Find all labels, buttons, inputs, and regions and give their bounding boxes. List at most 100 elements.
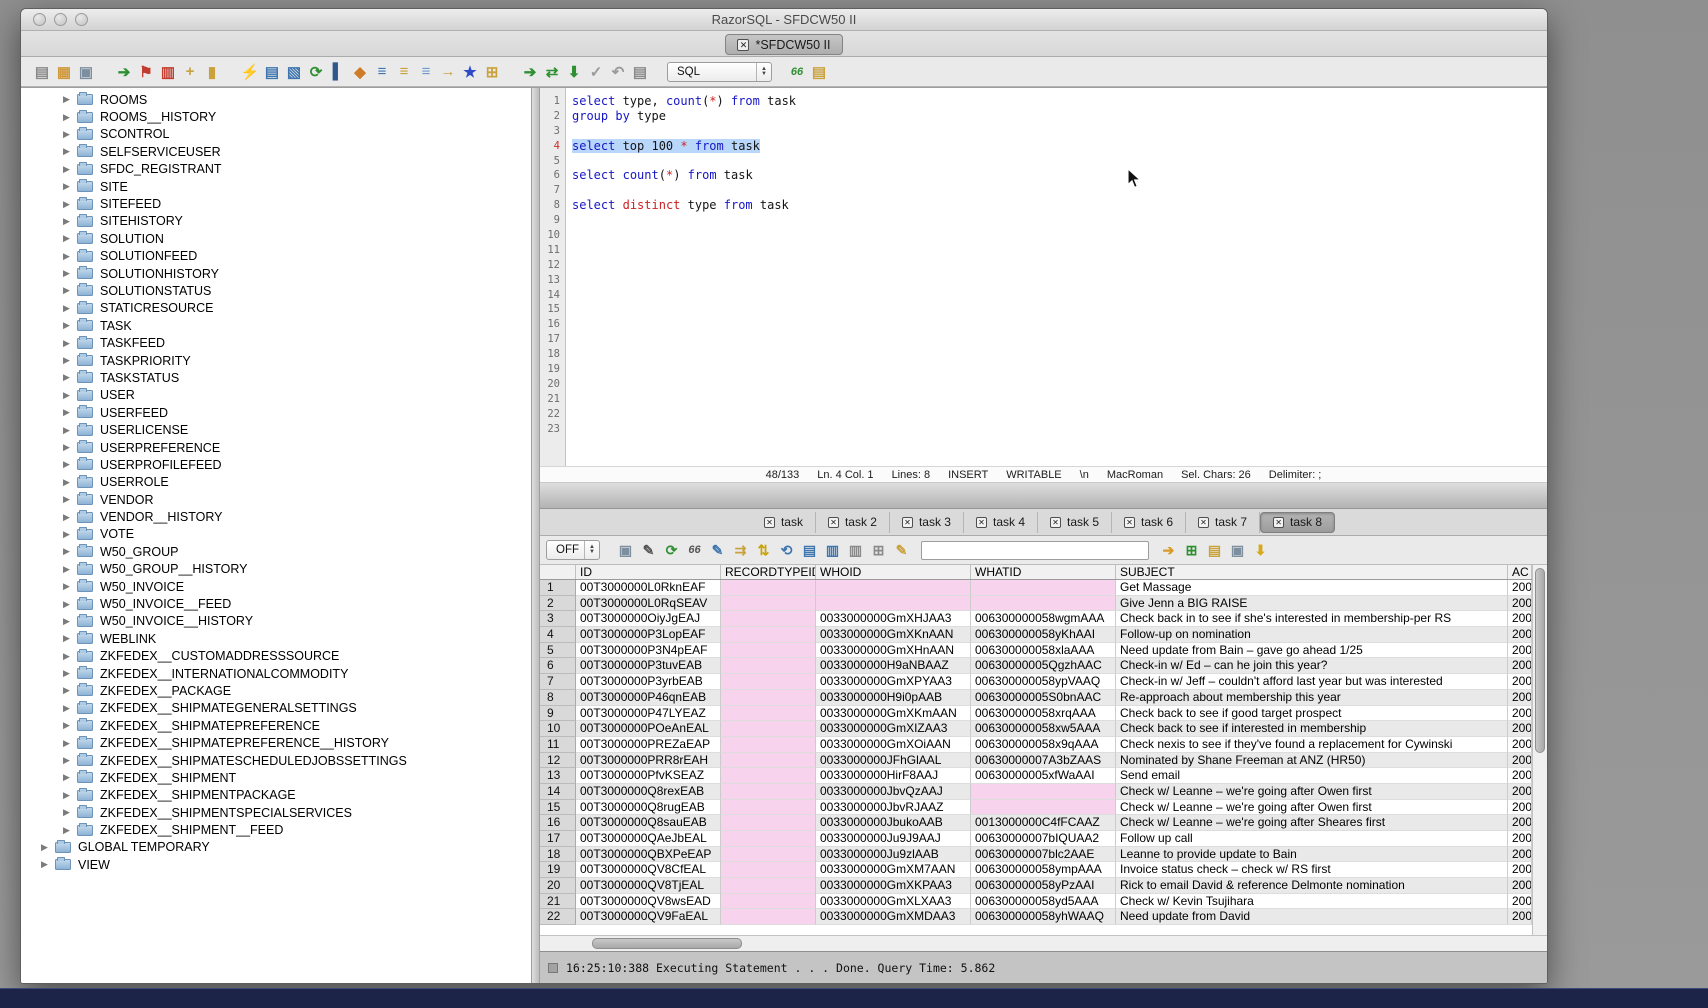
grid-cell[interactable]: Check back in to see if she's interested… xyxy=(1116,611,1508,627)
table-list-icon[interactable]: ▤ xyxy=(261,61,283,83)
editor-line[interactable] xyxy=(572,273,1547,288)
tree-item[interactable]: ▶ZKFEDEX__PACKAGE xyxy=(21,682,531,699)
editor-line[interactable] xyxy=(572,258,1547,273)
grid-cell[interactable] xyxy=(721,862,816,878)
grid-cell[interactable]: 00T3000000QV8wsEAD xyxy=(576,894,721,910)
download-more-icon[interactable]: ⬇ xyxy=(1249,539,1272,561)
result-tab-task-5[interactable]: ✕task 5 xyxy=(1038,512,1112,533)
tree-item[interactable]: ▶VIEW xyxy=(21,856,531,873)
editor-line[interactable] xyxy=(572,407,1547,422)
disclosure-triangle-icon[interactable]: ▶ xyxy=(63,633,77,644)
table-row[interactable]: 700T3000000P3yrbEAB0033000000GmXPYAA3006… xyxy=(540,674,1532,690)
grid-cell[interactable]: Nominated by Shane Freeman at ANZ (HR50) xyxy=(1116,753,1508,769)
grid-cell[interactable]: 006300000058yhWAAQ xyxy=(971,909,1116,925)
table-row[interactable]: 2200T3000000QV9FaEAL0033000000GmXMDAA300… xyxy=(540,909,1532,925)
horizontal-scrollbar-thumb[interactable] xyxy=(592,938,742,949)
execute-lightning-icon[interactable]: ⚡ xyxy=(239,61,261,83)
tree-item[interactable]: ▶W50_INVOICE__HISTORY xyxy=(21,613,531,630)
grid-cell[interactable] xyxy=(721,894,816,910)
tree-item[interactable]: ▶W50_GROUP xyxy=(21,543,531,560)
grid-cell[interactable]: 00T3000000QBXPeEAP xyxy=(576,847,721,863)
grid-cell[interactable]: 200 xyxy=(1508,784,1532,800)
result-tab-task-2[interactable]: ✕task 2 xyxy=(816,512,890,533)
tree-item[interactable]: ▶VENDOR__HISTORY xyxy=(21,508,531,525)
database-icon[interactable]: ▮ xyxy=(201,61,223,83)
results-search-input[interactable] xyxy=(921,541,1149,560)
grid-cell[interactable] xyxy=(721,580,816,596)
reload-grid-icon[interactable]: ⟲ xyxy=(775,539,798,561)
copy-results-icon[interactable]: ▥ xyxy=(844,539,867,561)
tree-item[interactable]: ▶ZKFEDEX__INTERNATIONALCOMMODITY xyxy=(21,665,531,682)
grid-cell[interactable] xyxy=(721,909,816,925)
tree-item[interactable]: ▶USERPREFERENCE xyxy=(21,439,531,456)
disclosure-triangle-icon[interactable]: ▶ xyxy=(63,772,77,783)
grid-cell[interactable]: 00T3000000Q8rexEAB xyxy=(576,784,721,800)
disclosure-triangle-icon[interactable]: ▶ xyxy=(63,685,77,696)
grid-cell[interactable]: 006300000058yKhAAI xyxy=(971,627,1116,643)
highlight-pen-icon[interactable]: ✎ xyxy=(890,539,913,561)
grid-cell[interactable]: Leanne to provide update to Bain xyxy=(1116,847,1508,863)
open-folder-icon[interactable]: ▦ xyxy=(53,61,75,83)
tree-item[interactable]: ▶ZKFEDEX__SHIPMATESCHEDULEDJOBSSETTINGS xyxy=(21,752,531,769)
grid-cell[interactable]: 00T3000000POeAnEAL xyxy=(576,721,721,737)
grid-cell[interactable]: Follow-up on nomination xyxy=(1116,627,1508,643)
horizontal-scrollbar[interactable] xyxy=(540,935,1547,951)
editor-line[interactable] xyxy=(572,243,1547,258)
column-header-AC[interactable]: AC xyxy=(1508,565,1532,579)
editor-line[interactable] xyxy=(572,213,1547,228)
grid-cell[interactable]: 0033000000GmXHnAAN xyxy=(816,643,971,659)
grid-cell[interactable]: 0033000000JbukoAAB xyxy=(816,815,971,831)
grid-cell[interactable]: 200 xyxy=(1508,643,1532,659)
grid-cell[interactable]: 0033000000GmXOiAAN xyxy=(816,737,971,753)
tree-item[interactable]: ▶GLOBAL TEMPORARY xyxy=(21,839,531,856)
editor-line[interactable] xyxy=(572,422,1547,437)
grid-cell[interactable]: 00T3000000P47LYEAZ xyxy=(576,706,721,722)
editor-line[interactable] xyxy=(572,124,1547,139)
grid-cell[interactable] xyxy=(721,596,816,612)
grid-cell[interactable]: 00T3000000QAeJbEAL xyxy=(576,831,721,847)
grid-cell[interactable] xyxy=(971,800,1116,816)
tree-item[interactable]: ▶ZKFEDEX__SHIPMATEPREFERENCE__HISTORY xyxy=(21,734,531,751)
grid-cell[interactable] xyxy=(721,721,816,737)
column-tree-icon[interactable]: ⇉ xyxy=(729,539,752,561)
disclosure-triangle-icon[interactable]: ▶ xyxy=(63,112,77,123)
editor-line[interactable] xyxy=(572,317,1547,332)
disclosure-triangle-icon[interactable]: ▶ xyxy=(63,407,77,418)
grid-cell[interactable]: 0033000000HirF8AAJ xyxy=(816,768,971,784)
disclosure-triangle-icon[interactable]: ▶ xyxy=(63,181,77,192)
grid-cell[interactable]: Give Jenn a BIG RAISE xyxy=(1116,596,1508,612)
tree-item[interactable]: ▶TASKSTATUS xyxy=(21,369,531,386)
vertical-scrollbar-thumb[interactable] xyxy=(1535,568,1545,753)
grid-cell[interactable]: 200 xyxy=(1508,800,1532,816)
grid-cell[interactable]: Check w/ Kevin Tsujihara xyxy=(1116,894,1508,910)
grid-cell[interactable] xyxy=(971,580,1116,596)
tree-item[interactable]: ▶SOLUTIONHISTORY xyxy=(21,265,531,282)
editor-line[interactable] xyxy=(572,392,1547,407)
editor-line[interactable]: select count(*) from task xyxy=(572,168,1547,183)
table-row[interactable]: 2100T3000000QV8wsEAD0033000000GmXLXAA300… xyxy=(540,894,1532,910)
describe-table-icon[interactable]: ▧ xyxy=(283,61,305,83)
tree-item[interactable]: ▶VOTE xyxy=(21,526,531,543)
disclosure-triangle-icon[interactable]: ▶ xyxy=(41,859,55,870)
grid-cell[interactable]: 0033000000GmXMDAA3 xyxy=(816,909,971,925)
disclosure-triangle-icon[interactable]: ▶ xyxy=(63,738,77,749)
disclosure-triangle-icon[interactable]: ▶ xyxy=(63,233,77,244)
table-row[interactable]: 1300T3000000PfvKSEAZ0033000000HirF8AAJ00… xyxy=(540,768,1532,784)
grid-cell[interactable]: 200 xyxy=(1508,674,1532,690)
grid-cell[interactable] xyxy=(971,784,1116,800)
grid-cell[interactable]: 00T3000000PREZaEAP xyxy=(576,737,721,753)
tab-close-icon[interactable]: ✕ xyxy=(1273,517,1284,528)
copy-with-headers-icon[interactable]: ⊞ xyxy=(867,539,890,561)
grid-cell[interactable] xyxy=(721,784,816,800)
result-tab-task-6[interactable]: ✕task 6 xyxy=(1112,512,1186,533)
grid-cell[interactable]: 200 xyxy=(1508,753,1532,769)
grid-cell[interactable]: 00T3000000L0RknEAF xyxy=(576,580,721,596)
disclosure-triangle-icon[interactable]: ▶ xyxy=(63,790,77,801)
tree-item[interactable]: ▶USERPROFILEFEED xyxy=(21,456,531,473)
disclosure-triangle-icon[interactable]: ▶ xyxy=(63,216,77,227)
column-header-WHATID[interactable]: WHATID xyxy=(971,565,1116,579)
grid-cell[interactable]: 00T3000000Q8rugEAB xyxy=(576,800,721,816)
disclosure-triangle-icon[interactable]: ▶ xyxy=(63,807,77,818)
table-row[interactable]: 200T3000000L0RqSEAVGive Jenn a BIG RAISE… xyxy=(540,596,1532,612)
grid-cell[interactable]: 006300000058wgmAAA xyxy=(971,611,1116,627)
